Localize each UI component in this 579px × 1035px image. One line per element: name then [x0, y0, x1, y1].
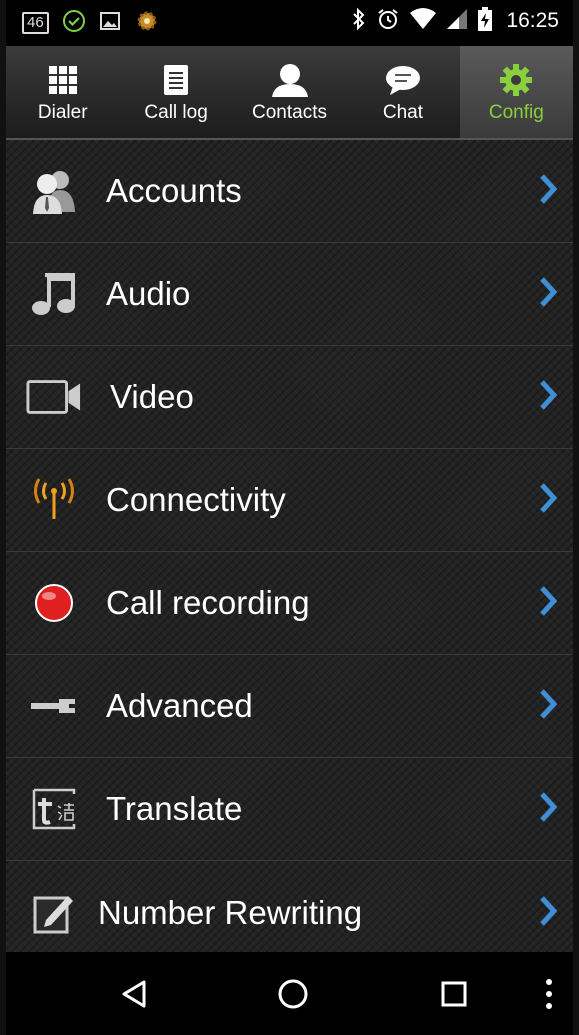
config-item-audio[interactable]: Audio [6, 243, 573, 346]
bluetooth-icon [351, 7, 367, 35]
tab-chat[interactable]: Chat [346, 46, 459, 138]
translate-icon [26, 781, 82, 837]
overflow-menu-icon[interactable] [545, 978, 553, 1010]
video-camera-icon [26, 369, 82, 425]
device-screen: 46 16:25 Dialer Call log Contacts Chat C… [6, 0, 573, 1035]
home-icon[interactable] [277, 978, 309, 1010]
config-list: Accounts Audio Video Connectivity Call r… [6, 140, 573, 952]
tab-label: Contacts [252, 102, 327, 123]
check-circle-icon [62, 9, 86, 37]
config-item-label: Connectivity [106, 481, 286, 518]
gear-icon [499, 62, 533, 98]
config-item-label: Video [110, 378, 194, 415]
contacts-icon [270, 62, 310, 98]
tab-label: Dialer [37, 102, 88, 123]
config-item-label: Advanced [106, 687, 253, 724]
tab-call-log[interactable]: Call log [119, 46, 232, 138]
nav-bar [6, 952, 573, 1035]
config-item-label: Accounts [106, 172, 242, 209]
accounts-icon [26, 163, 82, 219]
tab-dialer[interactable]: Dialer [6, 46, 119, 138]
config-item-label: Audio [106, 275, 191, 312]
tab-bar: Dialer Call log Contacts Chat Config [6, 46, 573, 140]
dialpad-icon [48, 62, 78, 98]
tab-label: Chat [382, 102, 423, 123]
config-item-translate[interactable]: Translate [6, 758, 573, 861]
tab-label: Call log [144, 102, 208, 123]
chevron-right-icon [539, 688, 558, 724]
config-item-label: Number Rewriting [98, 893, 363, 931]
config-item-video[interactable]: Video [6, 346, 573, 449]
record-icon [26, 575, 82, 631]
back-icon[interactable] [120, 979, 148, 1009]
edit-note-icon [26, 885, 82, 941]
tab-contacts[interactable]: Contacts [233, 46, 346, 138]
config-item-advanced[interactable]: Advanced [6, 655, 573, 758]
config-item-connectivity[interactable]: Connectivity [6, 449, 573, 552]
wrench-icon [26, 678, 82, 734]
call-log-icon [163, 62, 189, 98]
status-left: 46 [22, 8, 160, 38]
antenna-icon [26, 472, 82, 528]
config-item-accounts[interactable]: Accounts [6, 140, 573, 243]
cell-signal-icon [446, 7, 468, 35]
config-item-number-rewriting[interactable]: Number Rewriting [6, 861, 573, 952]
config-item-call-recording[interactable]: Call recording [6, 552, 573, 655]
chevron-right-icon [539, 276, 558, 312]
settings-app-icon [134, 8, 160, 38]
status-bar: 46 16:25 [6, 0, 573, 46]
chevron-right-icon [539, 482, 558, 518]
tab-label: Config [488, 102, 544, 123]
chat-icon [385, 62, 421, 98]
recents-icon[interactable] [440, 980, 468, 1008]
status-right: 16:25 [351, 6, 559, 36]
lte-badge-icon: 46 [22, 12, 49, 34]
clock: 16:25 [506, 9, 559, 32]
config-item-label: Translate [106, 790, 243, 827]
chevron-right-icon [539, 379, 558, 415]
battery-charging-icon [477, 6, 493, 36]
alarm-icon [376, 7, 400, 35]
chevron-right-icon [539, 173, 558, 209]
config-item-label: Call recording [106, 584, 310, 621]
wifi-icon [409, 7, 437, 35]
image-icon [99, 10, 121, 36]
chevron-right-icon [539, 895, 558, 931]
tab-config[interactable]: Config [459, 46, 573, 138]
music-note-icon [26, 266, 82, 322]
chevron-right-icon [539, 585, 558, 621]
chevron-right-icon [539, 791, 558, 827]
